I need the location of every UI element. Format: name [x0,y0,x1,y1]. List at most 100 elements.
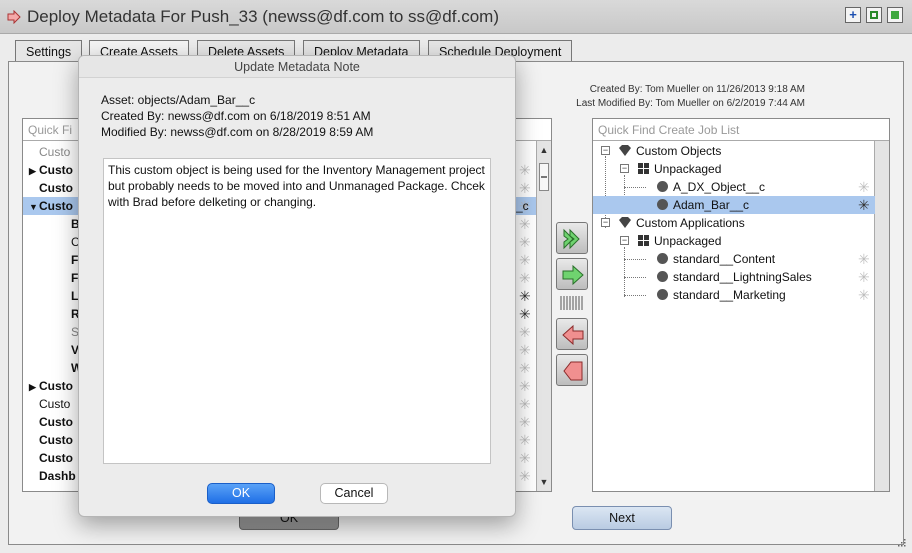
tree-item[interactable]: Unpackaged [638,232,721,250]
tree-item[interactable]: Custom Objects [619,142,721,160]
asterisk-icon[interactable]: ✳ [519,449,531,467]
category-diamond-icon [619,215,631,228]
zoom-plus-button[interactable]: + [845,7,861,23]
collapse-icon[interactable]: − [601,218,610,227]
right-scrollbar[interactable] [874,141,889,491]
scroll-thumb[interactable] [539,163,549,191]
collapse-icon[interactable]: − [620,164,629,173]
tab-settings[interactable]: Settings [15,40,83,62]
tree-item-label: standard__Marketing [673,288,786,302]
square-filled-icon [891,11,899,19]
square-icon [870,11,878,19]
window-titlebar: Deploy Metadata For Push_33 (newss@df.co… [0,0,912,34]
minimize-button[interactable] [887,7,903,23]
tree-item[interactable]: Custom Applications [619,214,745,232]
package-grid-icon [638,235,649,246]
asterisk-icon[interactable]: ✳ [519,215,531,233]
tree-item-label: Custom Applications [636,216,745,230]
tree-item[interactable]: Adam_Bar__c [657,196,749,214]
dialog-ok-button[interactable]: OK [207,483,275,504]
asterisk-icon[interactable]: ✳ [519,287,531,305]
asterisk-icon[interactable]: ✳ [858,178,870,196]
list-item-label: Custo [39,451,73,465]
list-item-label: Custo [39,199,73,213]
collapse-icon[interactable]: − [601,146,610,155]
asterisk-icon[interactable]: ✳ [519,323,531,341]
splitter-grip-icon[interactable] [559,296,585,310]
tree-item-label: A_DX_Object__c [673,180,766,194]
disclosure-closed-icon[interactable]: ▶ [29,162,39,179]
next-button[interactable]: Next [572,506,672,530]
list-item-label: Custo [39,145,71,159]
scroll-up-icon[interactable]: ▲ [537,143,551,157]
circle-icon [657,253,668,264]
scroll-down-icon[interactable]: ▼ [537,475,551,489]
collapse-icon[interactable]: − [620,236,629,245]
add-all-button[interactable] [556,222,588,254]
asterisk-icon[interactable]: ✳ [519,179,531,197]
asterisk-icon[interactable]: ✳ [858,286,870,304]
update-metadata-note-dialog: Update Metadata Note Asset: objects/Adam… [78,55,516,517]
circle-icon [657,271,668,282]
created-by-label: Created By: newss@df.com on 6/18/2019 8:… [101,109,371,123]
asterisk-icon[interactable]: ✳ [519,251,531,269]
asterisk-icon[interactable]: ✳ [858,196,870,214]
asterisk-icon[interactable]: ✳ [519,431,531,449]
list-item-label: Custo [39,163,73,177]
window-title: Deploy Metadata For Push_33 (newss@df.co… [27,7,499,26]
list-item-label: Custo [39,433,73,447]
asterisk-icon[interactable]: ✳ [519,359,531,377]
remove-all-button[interactable] [556,354,588,386]
modified-by-label: Modified By: newss@df.com on 8/28/2019 8… [101,125,374,139]
note-textarea[interactable]: This custom object is being used for the… [103,158,491,464]
tree-item[interactable]: Unpackaged [638,160,721,178]
tree-item[interactable]: standard__Content [657,250,775,268]
package-grid-icon [638,163,649,174]
double-arrow-right-icon [563,228,580,250]
circle-icon [657,199,668,210]
maximize-button[interactable] [866,7,882,23]
create-job-list[interactable]: Quick Find Create Job List − Custom Objec… [592,118,890,492]
arrow-right-icon [562,264,584,286]
tree-item[interactable]: A_DX_Object__c [657,178,765,196]
list-item-label: Custo [39,379,73,393]
asterisk-icon[interactable]: ✳ [858,250,870,268]
circle-icon [657,289,668,300]
asterisk-icon[interactable]: ✳ [519,161,531,179]
tree-item-label: Adam_Bar__c [673,198,750,212]
disclosure-open-icon[interactable]: ▼ [29,198,39,215]
list-item-label: Custo [39,415,73,429]
category-diamond-icon [619,143,631,156]
asterisk-icon[interactable]: ✳ [858,268,870,286]
dialog-title: Update Metadata Note [79,56,515,78]
list-item-label: Custo [39,181,73,195]
asterisk-icon[interactable]: ✳ [519,413,531,431]
tree-item[interactable]: standard__LightningSales [657,268,812,286]
arrow-left-icon [562,324,584,346]
tree-item-label: Unpackaged [654,162,722,176]
created-by-info: Created By: Tom Mueller on 11/26/2013 9:… [589,84,805,95]
dialog-cancel-button[interactable]: Cancel [320,483,388,504]
tree-item-label: Unpackaged [654,234,722,248]
tree-item[interactable]: standard__Marketing [657,286,786,304]
left-scrollbar[interactable]: ▲ ▼ [536,141,551,491]
tree-item-label: Custom Objects [636,144,722,158]
remove-selected-button[interactable] [556,318,588,350]
list-item-label: Custo [39,397,71,411]
disclosure-closed-icon[interactable]: ▶ [29,378,39,395]
double-arrow-left-icon [563,361,583,381]
list-item-label: Dashb [39,469,76,483]
asterisk-icon[interactable]: ✳ [519,233,531,251]
arrow-right-icon [7,10,21,24]
asterisk-icon[interactable]: ✳ [519,467,531,485]
asterisk-icon[interactable]: ✳ [519,395,531,413]
right-quick-find-input[interactable]: Quick Find Create Job List [593,119,889,141]
resize-grip-icon[interactable] [896,537,906,547]
asterisk-icon[interactable]: ✳ [519,341,531,359]
add-selected-button[interactable] [556,258,588,290]
tree-item-label: standard__Content [673,252,776,266]
asterisk-icon[interactable]: ✳ [519,269,531,287]
asset-label: Asset: objects/Adam_Bar__c [101,93,256,107]
asterisk-icon[interactable]: ✳ [519,305,531,323]
asterisk-icon[interactable]: ✳ [519,377,531,395]
